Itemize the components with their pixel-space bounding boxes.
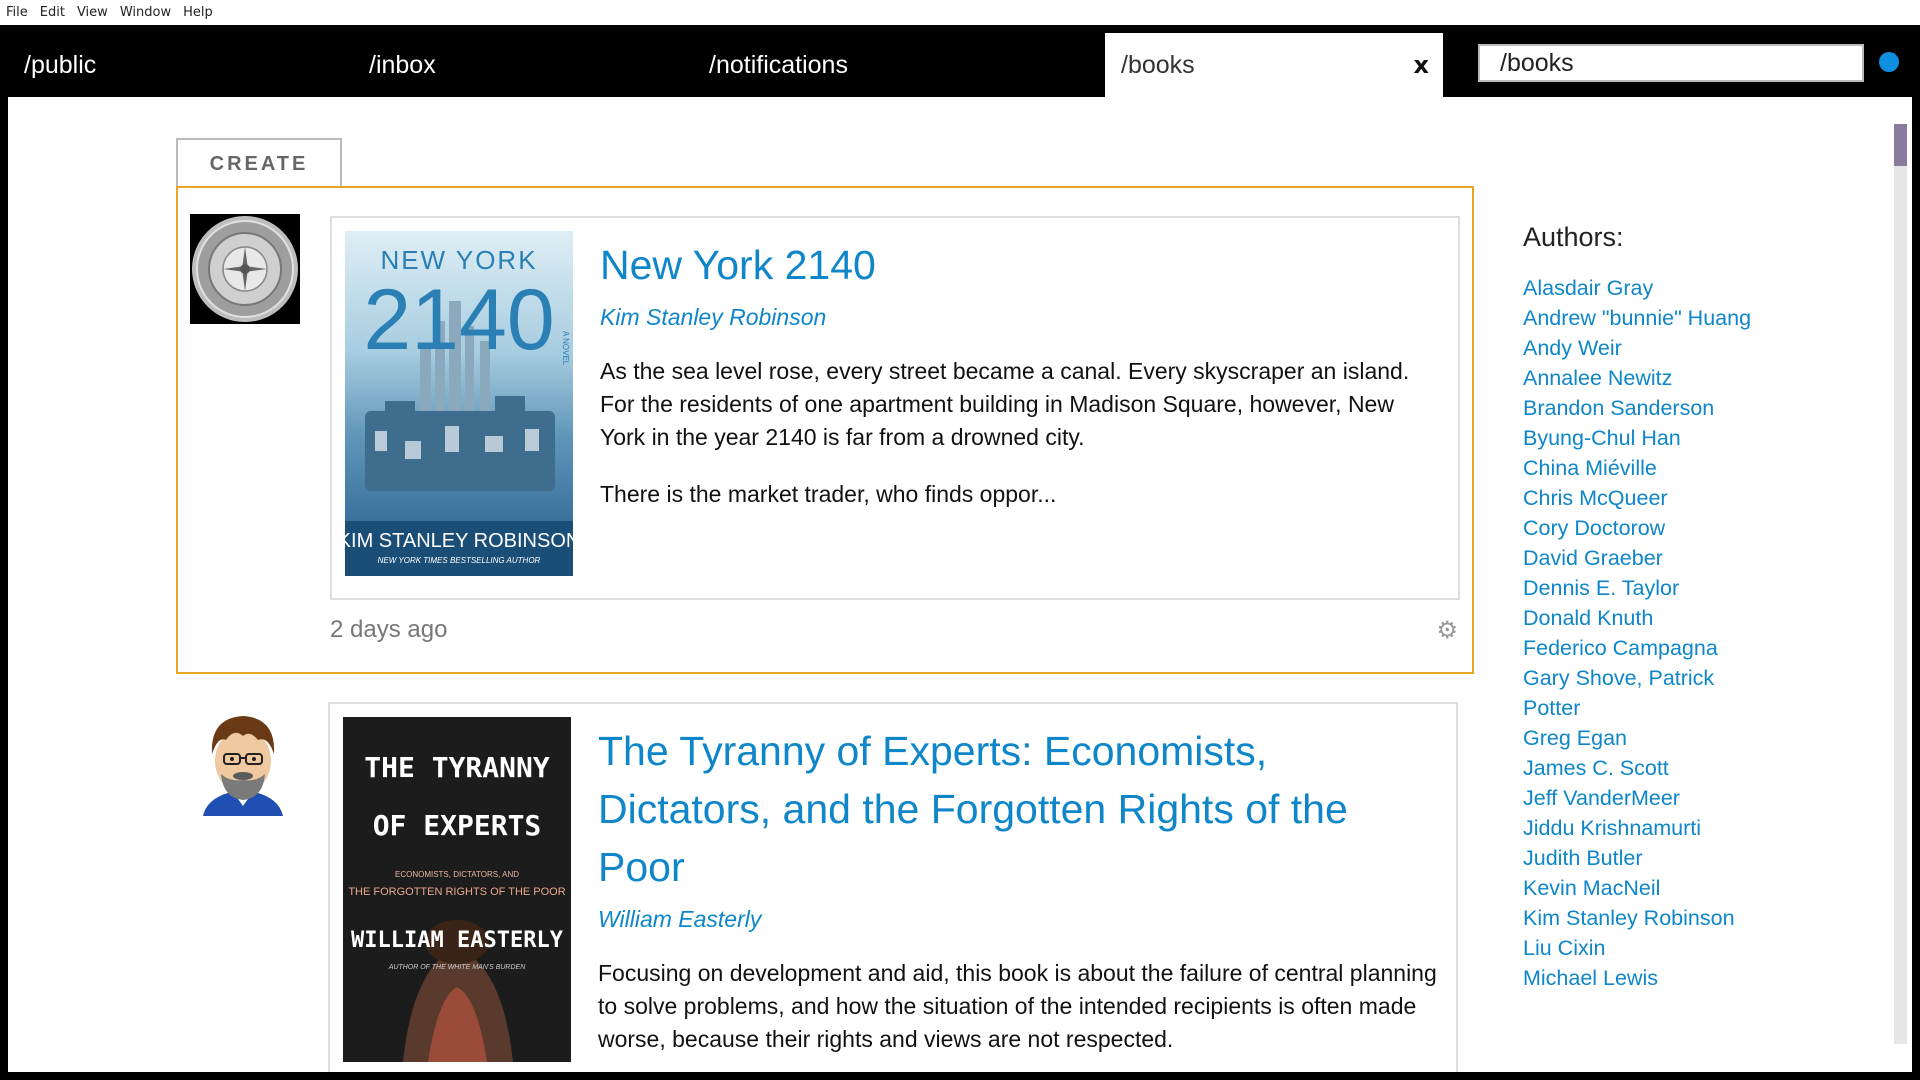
author-link[interactable]: Andrew "bunnie" Huang	[1523, 303, 1763, 333]
author-link[interactable]: Greg Egan	[1523, 723, 1763, 753]
scrollbar-thumb[interactable]	[1894, 124, 1907, 166]
cover-text: ECONOMISTS, DICTATORS, AND	[395, 870, 519, 879]
cover-text: WILLIAM EASTERLY	[351, 928, 564, 953]
tab-public[interactable]: /public	[0, 33, 345, 97]
menu-help[interactable]: Help	[183, 5, 213, 20]
create-button[interactable]: CREATE	[176, 138, 342, 186]
tab-label: /books	[1121, 51, 1195, 79]
book-description: Focusing on development and aid, this bo…	[598, 957, 1438, 1056]
book-author[interactable]: Kim Stanley Robinson	[600, 304, 1440, 331]
author-link[interactable]: Jeff VanderMeer	[1523, 783, 1763, 813]
post-timestamp: 2 days ago	[330, 616, 448, 643]
scrollbar[interactable]	[1894, 124, 1907, 1044]
menu-file[interactable]: File	[6, 5, 28, 20]
cover-text: KIM STANLEY ROBINSON	[345, 530, 573, 552]
cover-text: AUTHOR OF THE WHITE MAN'S BURDEN	[388, 964, 526, 971]
book-author[interactable]: William Easterly	[598, 906, 1438, 933]
book-cover[interactable]: THE TYRANNY OF EXPERTS ECONOMISTS, DICTA…	[343, 717, 571, 1062]
gear-icon[interactable]: ⚙	[1436, 616, 1458, 645]
book-info: The Tyranny of Experts: Economists, Dict…	[598, 722, 1438, 1072]
description-paragraph: As the sea level rose, every street beca…	[600, 358, 1410, 450]
author-link[interactable]: Andy Weir	[1523, 333, 1763, 363]
author-link[interactable]: Kim Stanley Robinson	[1523, 903, 1763, 933]
author-link[interactable]: Kevin MacNeil	[1523, 873, 1763, 903]
menu-edit[interactable]: Edit	[40, 5, 65, 20]
avatar[interactable]	[190, 214, 300, 324]
avatar[interactable]	[188, 706, 298, 816]
book-description: As the sea level rose, every street beca…	[600, 355, 1440, 511]
tab-label: /notifications	[709, 51, 848, 79]
description-paragraph: Focusing on development and aid, this bo…	[598, 960, 1437, 1052]
authors-panel: Authors: Alasdair Gray Andrew "bunnie" H…	[1523, 222, 1763, 993]
cover-text: NEW YORK TIMES BESTSELLING AUTHOR	[378, 556, 541, 565]
author-link[interactable]: James C. Scott	[1523, 753, 1763, 783]
author-link[interactable]: Dennis E. Taylor	[1523, 573, 1763, 603]
cover-text: A NOVEL	[561, 331, 570, 366]
author-link[interactable]: Brandon Sanderson	[1523, 393, 1763, 423]
tab-notifications[interactable]: /notifications	[685, 33, 1105, 97]
book-title[interactable]: New York 2140	[600, 236, 1440, 294]
author-link[interactable]: David Graeber	[1523, 543, 1763, 573]
author-link[interactable]: Michael Lewis	[1523, 963, 1763, 993]
status-dot-icon	[1879, 52, 1899, 72]
book-title[interactable]: The Tyranny of Experts: Economists, Dict…	[598, 722, 1438, 896]
author-link[interactable]: Jiddu Krishnamurti	[1523, 813, 1763, 843]
menu-bar: File Edit View Window Help	[0, 0, 1920, 25]
tab-inbox[interactable]: /inbox	[345, 33, 685, 97]
book-card: NEW YORK 2140 A NOVEL KIM STANLEY ROBINS…	[330, 216, 1460, 600]
tab-label: /inbox	[369, 51, 436, 79]
menu-view[interactable]: View	[77, 5, 108, 20]
author-link[interactable]: Donald Knuth	[1523, 603, 1763, 633]
author-link[interactable]: Byung-Chul Han	[1523, 423, 1763, 453]
author-link[interactable]: Liu Cixin	[1523, 933, 1763, 963]
author-link[interactable]: China Miéville	[1523, 453, 1763, 483]
author-link[interactable]: Gary Shove, Patrick Potter	[1523, 663, 1763, 723]
main-content: CREATE NEW YORK 2140 A NOVEL KIM STANLEY…	[8, 97, 1912, 1072]
post-item: THE TYRANNY OF EXPERTS ECONOMISTS, DICTA…	[176, 674, 1474, 1072]
book-cover[interactable]: NEW YORK 2140 A NOVEL KIM STANLEY ROBINS…	[345, 231, 573, 576]
tab-books[interactable]: /books x	[1105, 33, 1443, 97]
menu-window[interactable]: Window	[120, 5, 171, 20]
authors-list: Alasdair Gray Andrew "bunnie" Huang Andy…	[1523, 273, 1763, 993]
description-paragraph: There is the market trader, who finds op…	[600, 481, 1057, 507]
address-input[interactable]: /books	[1478, 44, 1864, 82]
cover-text: THE FORGOTTEN RIGHTS OF THE POOR	[348, 886, 565, 898]
author-link[interactable]: Judith Butler	[1523, 843, 1763, 873]
tab-label: /public	[24, 51, 97, 79]
author-link[interactable]: Alasdair Gray	[1523, 273, 1763, 303]
cover-text: OF EXPERTS	[373, 809, 542, 842]
close-icon[interactable]: x	[1414, 33, 1429, 97]
book-card: THE TYRANNY OF EXPERTS ECONOMISTS, DICTA…	[328, 702, 1458, 1072]
author-link[interactable]: Federico Campagna	[1523, 633, 1763, 663]
cover-text: NEW YORK	[380, 245, 537, 275]
author-link[interactable]: Annalee Newitz	[1523, 363, 1763, 393]
cover-text: 2140	[363, 272, 554, 368]
authors-title: Authors:	[1523, 222, 1624, 252]
cover-text: THE TYRANNY	[364, 751, 550, 784]
address-value: /books	[1500, 49, 1574, 77]
author-link[interactable]: Cory Doctorow	[1523, 513, 1763, 543]
post-item: NEW YORK 2140 A NOVEL KIM STANLEY ROBINS…	[176, 186, 1474, 674]
author-link[interactable]: Chris McQueer	[1523, 483, 1763, 513]
book-info: New York 2140 Kim Stanley Robinson As th…	[600, 236, 1440, 535]
